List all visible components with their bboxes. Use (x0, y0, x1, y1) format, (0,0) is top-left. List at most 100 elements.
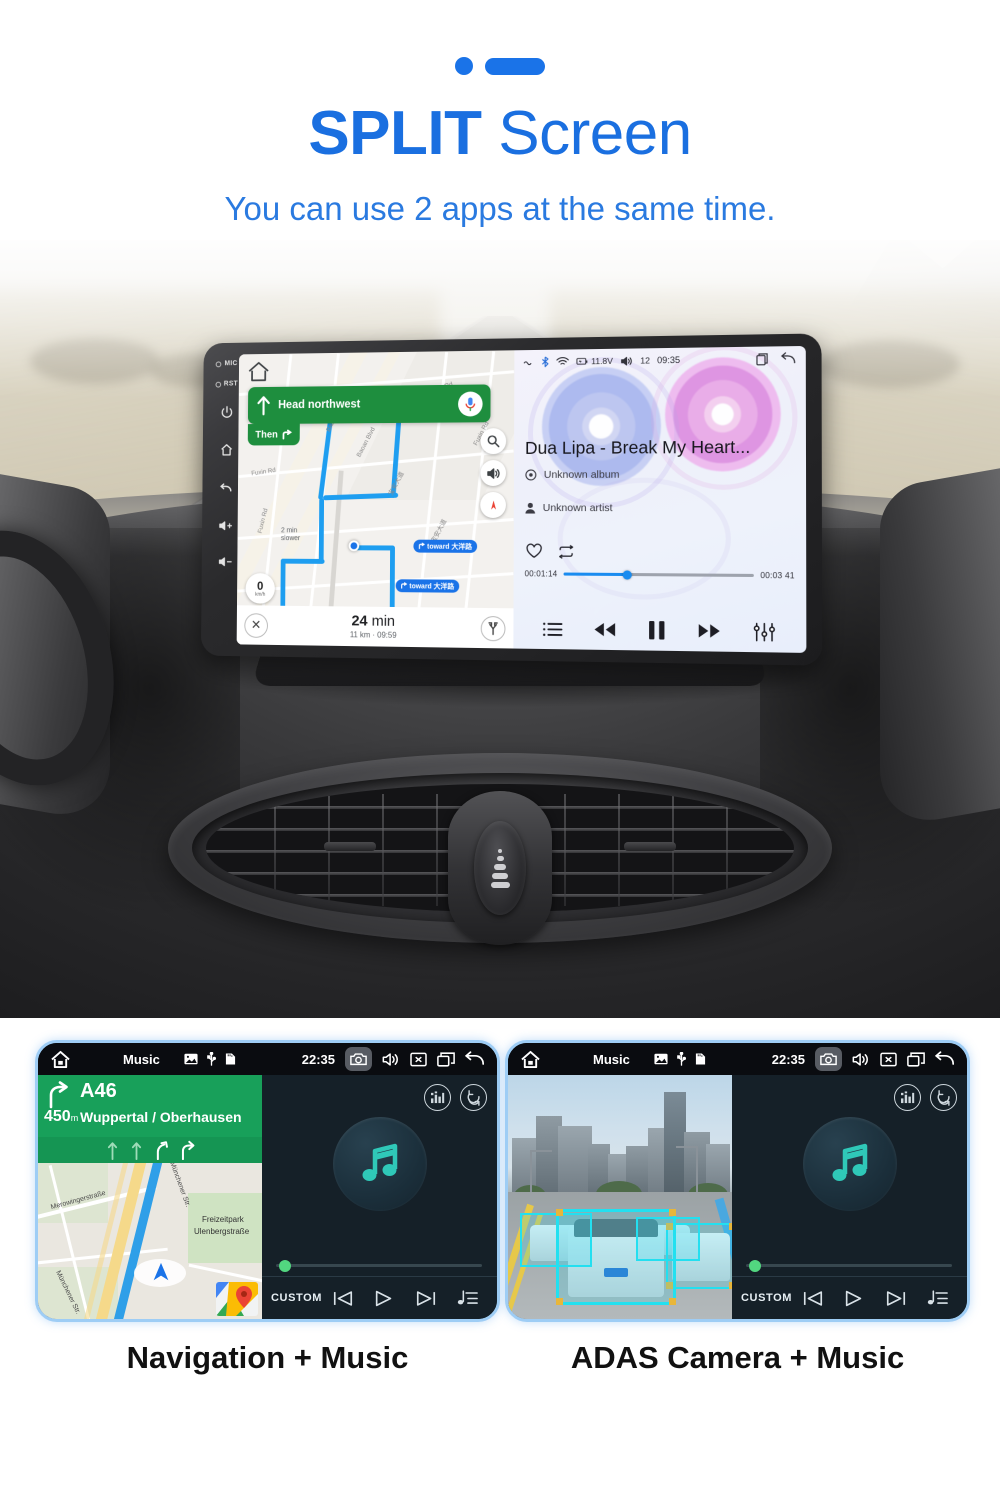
fast-forward-icon[interactable] (697, 622, 722, 641)
volume-down-icon[interactable] (217, 555, 233, 568)
detection-box-lead (556, 1209, 676, 1305)
gallery-icon (184, 1053, 198, 1065)
equalizer-icon[interactable] (424, 1084, 451, 1111)
previous-icon[interactable] (792, 1289, 833, 1308)
back-arrow-icon[interactable] (935, 1051, 955, 1067)
progress-bar[interactable] (746, 1259, 952, 1272)
toward-badge-label: toward 大洋路 (409, 582, 455, 591)
equalizer-icon[interactable] (894, 1084, 921, 1111)
compass-icon[interactable] (480, 492, 506, 519)
eta-time-row: 24 min (350, 613, 397, 630)
custom-label[interactable]: CUSTOM (271, 1292, 322, 1304)
vent-fin (436, 794, 438, 906)
music-note-placeholder (332, 1117, 427, 1211)
camera-icon[interactable] (815, 1047, 842, 1071)
progress-bar[interactable] (276, 1259, 482, 1272)
back-arrow-icon[interactable] (781, 351, 797, 366)
route-fork-icon[interactable] (480, 615, 506, 641)
sound-icon[interactable] (480, 460, 507, 487)
power-icon[interactable] (219, 405, 233, 420)
home-icon[interactable] (520, 1050, 541, 1069)
camera-icon[interactable] (345, 1047, 372, 1071)
loop-icon[interactable] (930, 1084, 957, 1111)
custom-label[interactable]: CUSTOM (741, 1292, 792, 1304)
home-icon[interactable] (50, 1050, 71, 1069)
reset-indicator: RST (215, 381, 238, 388)
bluetooth-icon (541, 356, 549, 368)
navigation-music-panel[interactable]: Music 22:35 Merowingerstraße Münchener S… (35, 1040, 500, 1322)
adas-camera-view[interactable] (508, 1075, 732, 1319)
volume-icon[interactable] (852, 1052, 870, 1067)
toward-badge: toward 大洋路 (413, 539, 478, 553)
progress-bar[interactable] (563, 569, 755, 580)
status-bar: 11.8V 12 09:35 (514, 346, 805, 374)
playlist-icon[interactable] (447, 1289, 488, 1308)
volume-icon[interactable] (382, 1052, 400, 1067)
play-icon[interactable] (364, 1289, 405, 1308)
vent-tab-right[interactable] (624, 842, 676, 851)
vent-tab-left[interactable] (324, 842, 376, 851)
google-maps-icon[interactable] (216, 1282, 258, 1316)
loop-icon[interactable] (460, 1084, 487, 1111)
music-note-icon (362, 1143, 397, 1181)
navigation-bottom-bar: ✕ 24 min 11 km · 09:59 (236, 605, 514, 649)
sd-card-icon (695, 1052, 706, 1066)
home-icon[interactable] (219, 443, 233, 458)
vent-control-knob[interactable] (474, 821, 526, 915)
route-segment (280, 558, 325, 564)
street-label: Münchener Str. (168, 1163, 192, 1209)
back-arrow-icon[interactable] (465, 1051, 485, 1067)
playlist-icon[interactable] (542, 620, 562, 637)
panel-caption-navigation: Navigation + Music (126, 1340, 409, 1375)
next-icon[interactable] (405, 1289, 446, 1308)
mic-icon[interactable] (458, 390, 483, 417)
equalizer-icon[interactable] (753, 622, 776, 642)
head-unit: MIC RST Baoan Blvd 宝安大道 宝安大道 Fuxin Rd Fu… (190, 333, 830, 708)
map-view[interactable]: Merowingerstraße Münchener Str. Freizeit… (38, 1163, 262, 1319)
then-instruction-tab: Then (247, 423, 300, 446)
volume-up-icon[interactable] (217, 519, 233, 532)
voltage-value: 11.8V (591, 355, 613, 367)
close-box-icon[interactable] (410, 1052, 427, 1067)
panel-clock: 22:35 (301, 1051, 335, 1067)
pause-icon[interactable] (648, 620, 666, 641)
next-icon[interactable] (875, 1289, 916, 1308)
back-arrow-icon[interactable] (218, 481, 233, 497)
progress-knob[interactable] (749, 1259, 762, 1272)
search-icon[interactable] (480, 428, 507, 455)
vent-fin (382, 794, 384, 906)
rewind-icon[interactable] (593, 620, 617, 639)
playlist-icon[interactable] (917, 1289, 958, 1308)
progress-row[interactable]: 00:01:14 00:03 41 (525, 569, 795, 580)
speed-badge: 0 km/h (245, 573, 275, 604)
playback-controls (513, 618, 806, 642)
heart-icon[interactable] (526, 543, 543, 559)
music-view[interactable]: CUSTOM (262, 1075, 497, 1319)
recents-icon[interactable] (437, 1051, 455, 1067)
destination-label: Wuppertal / Oberhausen (80, 1109, 242, 1125)
vent-fin (274, 800, 276, 900)
close-box-icon[interactable] (880, 1052, 897, 1067)
music-app[interactable]: 11.8V 12 09:35 Dua Lipa - Break My Heart… (513, 345, 807, 653)
navigation-app[interactable]: Baoan Blvd 宝安大道 Baoan Blvd 宝安大道 宝安大道 Fux… (236, 350, 515, 649)
music-view[interactable]: CUSTOM (732, 1075, 967, 1319)
repeat-icon[interactable] (558, 544, 575, 559)
previous-icon[interactable] (322, 1289, 363, 1308)
close-icon[interactable]: ✕ (244, 612, 269, 638)
speed-unit: km/h (255, 591, 266, 598)
panel-body: CUSTOM (508, 1075, 967, 1319)
music-note-icon (832, 1143, 867, 1181)
recents-icon[interactable] (756, 352, 770, 365)
play-icon[interactable] (834, 1289, 875, 1308)
progress-knob[interactable] (279, 1259, 292, 1272)
head-unit-display: Baoan Blvd 宝安大道 Baoan Blvd 宝安大道 宝安大道 Fux… (236, 345, 807, 653)
knob-dot (498, 848, 502, 853)
home-icon[interactable] (246, 360, 271, 384)
person-icon (525, 502, 536, 514)
adas-music-panel[interactable]: Music 22:35 CUSTOM (505, 1040, 970, 1322)
progress-knob[interactable] (622, 569, 632, 580)
vent-fin (564, 794, 566, 906)
navigation-instruction-banner: A46 450m Wuppertal / Oberhausen (38, 1075, 262, 1137)
navigation-view[interactable]: Merowingerstraße Münchener Str. Freizeit… (38, 1075, 262, 1319)
recents-icon[interactable] (907, 1051, 925, 1067)
